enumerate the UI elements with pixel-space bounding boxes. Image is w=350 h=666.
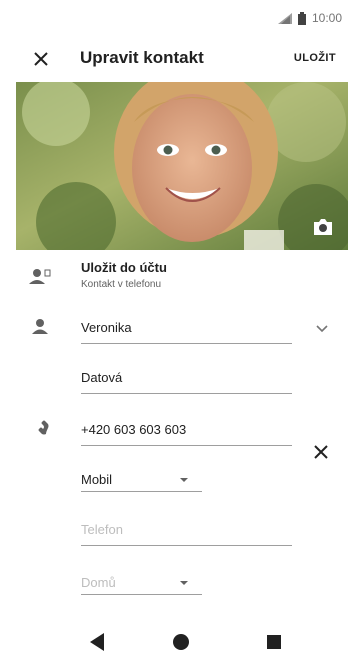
phone-number-field[interactable]: +420 603 603 603 [81, 412, 292, 446]
back-icon[interactable] [88, 632, 106, 652]
save-button[interactable]: ULOŽIT [294, 52, 336, 64]
account-icon [28, 264, 52, 288]
recent-apps-icon[interactable] [267, 635, 281, 649]
signal-icon [277, 12, 292, 24]
close-button[interactable] [26, 44, 56, 74]
dropdown-arrow-icon [180, 478, 188, 482]
phone-type-dropdown[interactable]: Mobil [81, 462, 202, 492]
chevron-down-icon[interactable] [314, 320, 330, 336]
remove-phone-icon[interactable] [312, 443, 330, 461]
navigation-bar [0, 618, 350, 666]
status-time: 10:00 [311, 11, 342, 25]
contact-photo[interactable] [16, 82, 348, 250]
first-name-field[interactable]: Veronika [81, 310, 292, 344]
person-icon [28, 314, 52, 338]
dropdown-arrow-icon [180, 581, 188, 585]
page-title: Upravit kontakt [80, 48, 204, 67]
home-icon[interactable] [173, 634, 189, 650]
account-subtitle: Kontakt v telefonu [81, 279, 162, 290]
phone-type-value: Mobil [81, 472, 113, 487]
phone-new-type-dropdown[interactable]: Domů [81, 565, 202, 595]
close-icon [34, 52, 48, 66]
camera-icon[interactable] [312, 218, 334, 236]
status-bar: 10:00 [0, 0, 350, 36]
battery-icon [297, 11, 306, 25]
app-bar: Upravit kontakt ULOŽIT [0, 36, 350, 82]
phone-new-field[interactable]: Telefon [81, 512, 292, 546]
phone-new-type-value: Domů [81, 575, 116, 590]
phone-icon [28, 416, 52, 440]
last-name-field[interactable]: Datová [81, 360, 292, 394]
account-title[interactable]: Uložit do účtu [81, 260, 167, 275]
